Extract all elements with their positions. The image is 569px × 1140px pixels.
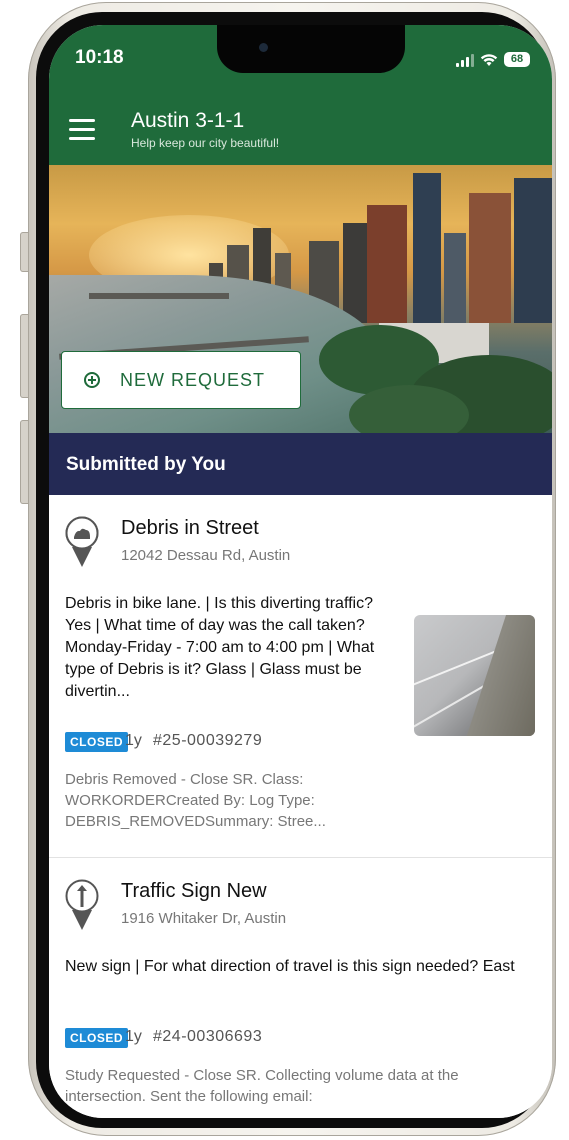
case-number: #25-00039279 [153, 732, 263, 749]
screen: 10:18 68 Austin 3-1-1 Help keep our city… [49, 25, 552, 1118]
status-badge: CLOSED [65, 732, 129, 752]
request-age: 1y [125, 1028, 142, 1045]
new-request-label: NEW REQUEST [120, 369, 266, 390]
request-description: Debris in bike lane. | Is this diverting… [65, 595, 375, 700]
new-request-button[interactable]: NEW REQUEST [61, 351, 301, 409]
status-icons: 68 [456, 49, 530, 67]
wifi-icon [480, 54, 498, 66]
signal-icon [456, 53, 474, 67]
request-title: Traffic Sign New [121, 880, 267, 902]
sign-pin-icon [65, 879, 99, 930]
volume-down-button [20, 420, 29, 504]
request-note: Study Requested - Close SR. Collecting v… [65, 1067, 459, 1105]
request-note: Debris Removed - Close SR. Class: WORKOR… [65, 771, 326, 830]
request-address: 12042 Dessau Rd, Austin [121, 547, 291, 564]
section-title: Submitted by You [66, 454, 226, 475]
plus-circle-icon [84, 372, 100, 388]
request-card[interactable]: Debris in Street 12042 Dessau Rd, Austin… [49, 495, 552, 858]
status-time: 10:18 [75, 47, 124, 68]
debris-pin-icon [65, 516, 99, 567]
request-title: Debris in Street [121, 517, 259, 539]
app-subtitle: Help keep our city beautiful! [131, 136, 280, 150]
request-age: 1y [125, 732, 142, 749]
section-header: Submitted by You [49, 433, 552, 495]
volume-up-button [20, 314, 29, 398]
request-address: 1916 Whitaker Dr, Austin [121, 910, 287, 927]
case-number: #24-00306693 [153, 1028, 263, 1045]
dynamic-island [217, 25, 405, 73]
battery-icon: 68 [504, 52, 530, 67]
app-title: Austin 3-1-1 [131, 109, 245, 132]
request-card[interactable]: Traffic Sign New 1916 Whitaker Dr, Austi… [49, 858, 552, 1118]
status-badge: CLOSED [65, 1028, 129, 1048]
request-description: New sign | For what direction of travel … [65, 958, 515, 975]
mute-switch [20, 232, 29, 272]
menu-icon[interactable] [69, 119, 95, 140]
request-photo[interactable] [414, 615, 535, 736]
